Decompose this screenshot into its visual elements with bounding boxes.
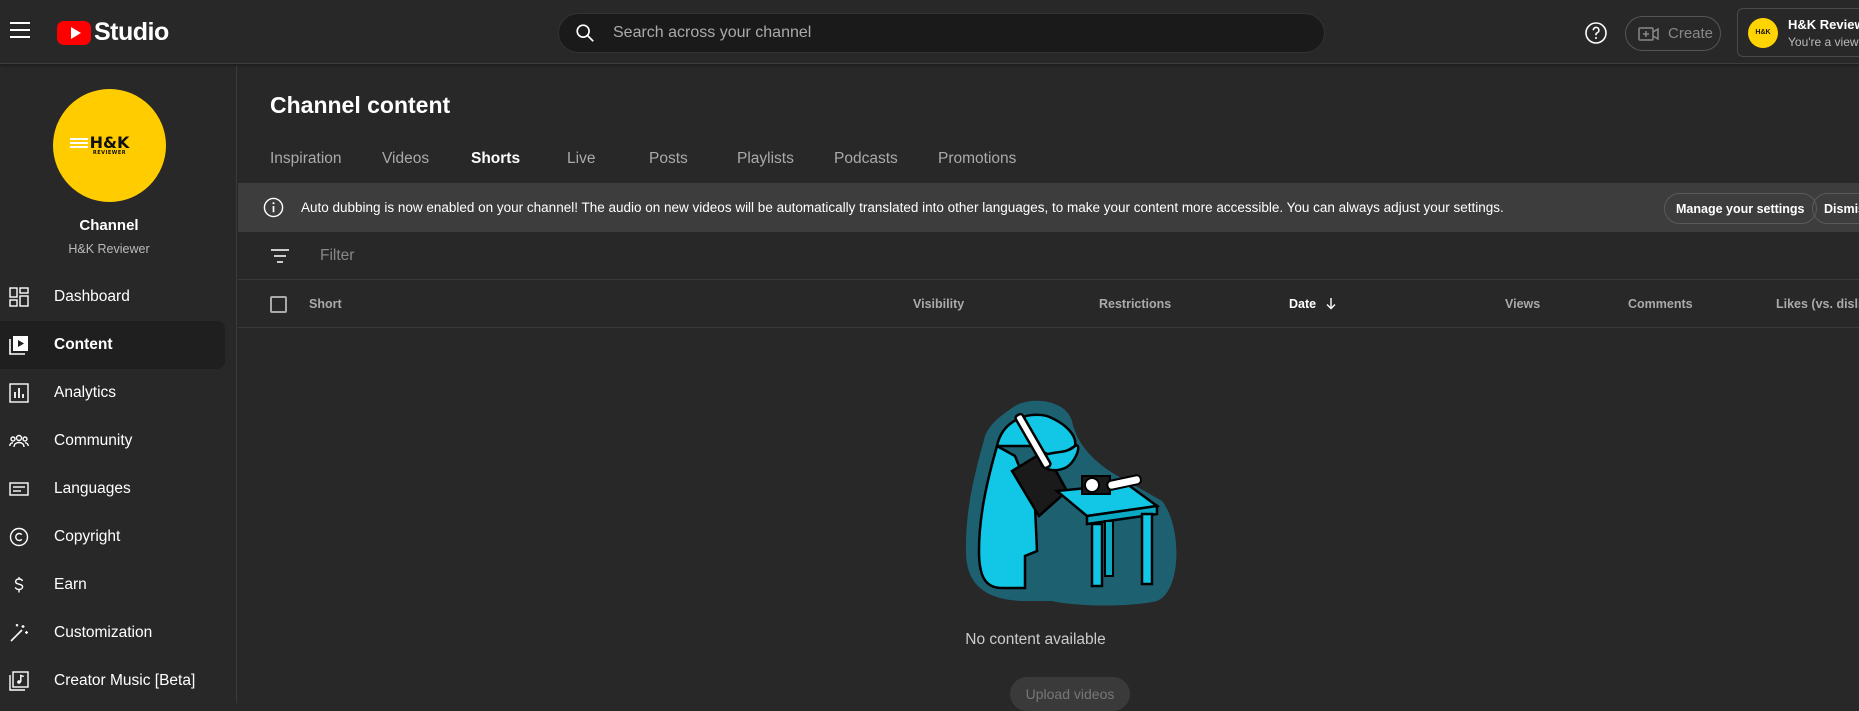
column-date[interactable]: Date [1289, 297, 1337, 311]
empty-state-text: No content available [965, 631, 1106, 648]
column-short[interactable]: Short [309, 297, 342, 311]
sidebar: H&K REVIEWER Channel H&K Reviewer Dashbo… [0, 65, 237, 703]
column-date-label: Date [1289, 297, 1317, 311]
sidebar-item-languages[interactable]: Languages [0, 465, 225, 513]
column-restrictions[interactable]: Restrictions [1099, 297, 1171, 311]
dismiss-button[interactable]: Dismiss [1812, 193, 1859, 224]
help-icon[interactable] [1584, 21, 1608, 45]
filter-input[interactable] [320, 246, 920, 265]
upload-videos-button[interactable]: Upload videos [1010, 677, 1130, 711]
channel-logo-text: H&K [89, 132, 130, 152]
create-button[interactable]: Create [1625, 16, 1721, 51]
sidebar-item-label: Creator Music [Beta] [54, 672, 196, 689]
sidebar-nav: Dashboard Content Analytics Community La… [0, 273, 225, 705]
sidebar-item-label: Copyright [54, 528, 121, 545]
column-visibility[interactable]: Visibility [913, 297, 964, 311]
search-icon[interactable] [574, 22, 596, 44]
search-bar[interactable] [558, 13, 1325, 53]
community-icon [9, 434, 29, 448]
sidebar-item-label: Earn [54, 576, 87, 593]
channel-avatar[interactable]: H&K REVIEWER [53, 89, 166, 202]
filter-row [238, 232, 1859, 280]
auto-dubbing-banner: Auto dubbing is now enabled on your chan… [238, 183, 1859, 232]
sort-down-arrow-icon [1326, 298, 1336, 310]
account-switcher[interactable]: H&K H&K Reviewer You're a viewer [1737, 8, 1859, 57]
main-content: Channel content Inspiration Videos Short… [238, 65, 1859, 711]
channel-name: H&K Reviewer [68, 242, 150, 256]
page-title: Channel content [270, 92, 451, 118]
customization-icon [10, 624, 28, 642]
sidebar-item-creator-music[interactable]: Creator Music [Beta] [0, 657, 225, 705]
search-input[interactable] [613, 24, 1293, 42]
manage-settings-button[interactable]: Manage your settings [1664, 193, 1817, 224]
account-role: You're a viewer [1788, 34, 1859, 49]
select-all-checkbox[interactable] [270, 296, 287, 313]
youtube-play-icon [57, 20, 91, 45]
languages-icon [9, 482, 29, 496]
copyright-icon [9, 527, 29, 547]
sidebar-item-label: Dashboard [54, 288, 130, 305]
sidebar-item-customization[interactable]: Customization [0, 609, 225, 657]
sidebar-item-content[interactable]: Content [0, 321, 225, 369]
sidebar-item-label: Customization [54, 624, 153, 641]
filter-icon[interactable] [270, 248, 290, 263]
channel-title: Channel [79, 217, 139, 234]
sidebar-item-community[interactable]: Community [0, 417, 225, 465]
create-video-icon [1638, 26, 1659, 41]
banner-text: Auto dubbing is now enabled on your chan… [301, 200, 1504, 215]
channel-logo-subtext: REVIEWER [92, 149, 127, 156]
sidebar-item-dashboard[interactable]: Dashboard [0, 273, 225, 321]
create-label: Create [1668, 25, 1714, 42]
sidebar-item-label: Content [54, 336, 113, 353]
sidebar-item-analytics[interactable]: Analytics [0, 369, 225, 417]
creator-music-icon [9, 671, 29, 691]
sidebar-item-earn[interactable]: Earn [0, 561, 225, 609]
column-likes[interactable]: Likes (vs. dislikes) [1776, 297, 1859, 311]
account-name: H&K Reviewer [1788, 16, 1859, 32]
info-icon [263, 197, 284, 218]
earn-icon [14, 577, 24, 593]
sidebar-item-copyright[interactable]: Copyright [0, 513, 225, 561]
content-icon [9, 336, 28, 355]
menu-icon[interactable] [10, 22, 30, 38]
sidebar-item-label: Languages [54, 480, 131, 497]
top-bar: Studio Create H&K H&K Reviewer You're a … [0, 0, 1859, 64]
dashboard-icon [9, 287, 29, 307]
table-header: Short Visibility Restrictions Date Views… [238, 280, 1859, 328]
logo-text: Studio [94, 18, 169, 46]
channel-logo-mark: H&K REVIEWER [69, 132, 130, 156]
analytics-icon [9, 383, 29, 403]
studio-logo[interactable]: Studio [57, 18, 169, 47]
column-comments[interactable]: Comments [1628, 297, 1693, 311]
account-avatar: H&K [1748, 17, 1778, 48]
sidebar-item-label: Community [54, 432, 133, 449]
column-views[interactable]: Views [1505, 297, 1540, 311]
empty-state-illustration [965, 400, 1177, 606]
sidebar-item-label: Analytics [54, 384, 117, 401]
